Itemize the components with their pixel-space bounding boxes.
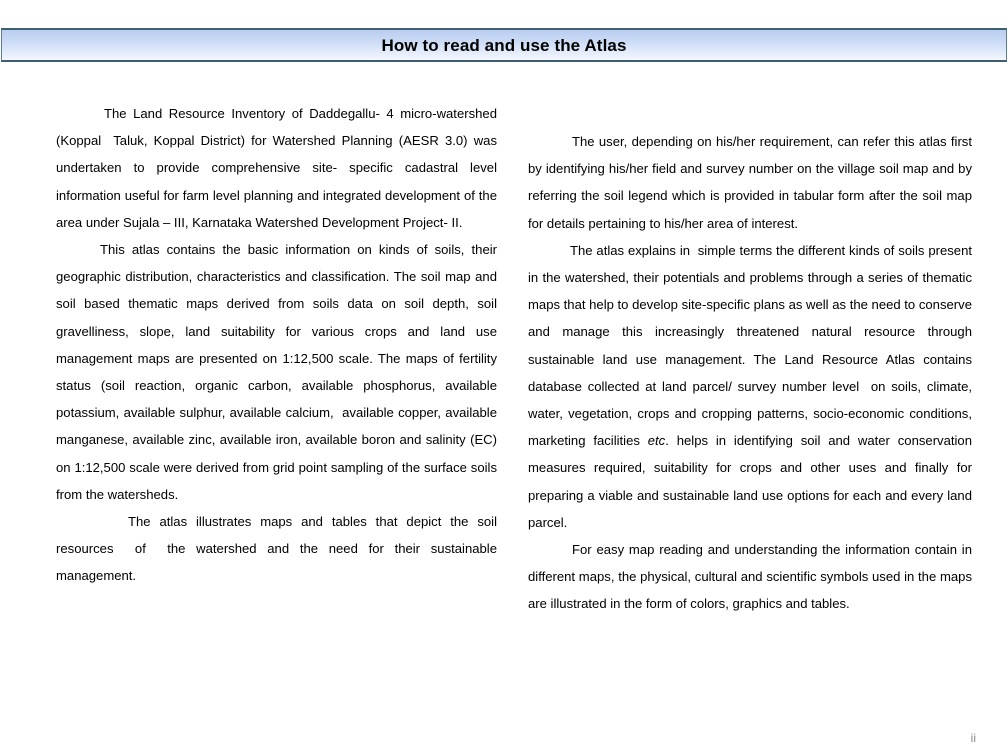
paragraph-atlas-explains: The atlas explains in simple terms the d…	[528, 237, 972, 536]
paragraph-atlas-explains-etc: etc	[647, 433, 666, 449]
page-number: ii	[970, 731, 976, 745]
paragraph-map-reading: For easy map reading and understanding t…	[528, 542, 976, 612]
paragraph-intro: The Land Resource Inventory of Daddegall…	[56, 106, 501, 230]
paragraph-user-guidance: The user, depending on his/her requireme…	[528, 134, 976, 231]
page-title: How to read and use the Atlas	[381, 35, 627, 55]
paragraph-atlas-explains-part1: The atlas explains in simple terms the d…	[528, 242, 976, 449]
page-header-banner: How to read and use the Atlas	[0, 28, 1008, 62]
paragraph-atlas-illustrates: The atlas illustrates maps and tables th…	[56, 514, 501, 584]
paragraph-atlas-contents: This atlas contains the basic informatio…	[56, 242, 501, 502]
right-text-column: The user, depending on his/her requireme…	[528, 100, 972, 618]
left-text-column: The Land Resource Inventory of Daddegall…	[56, 100, 497, 590]
banner-bar: How to read and use the Atlas	[1, 28, 1007, 62]
